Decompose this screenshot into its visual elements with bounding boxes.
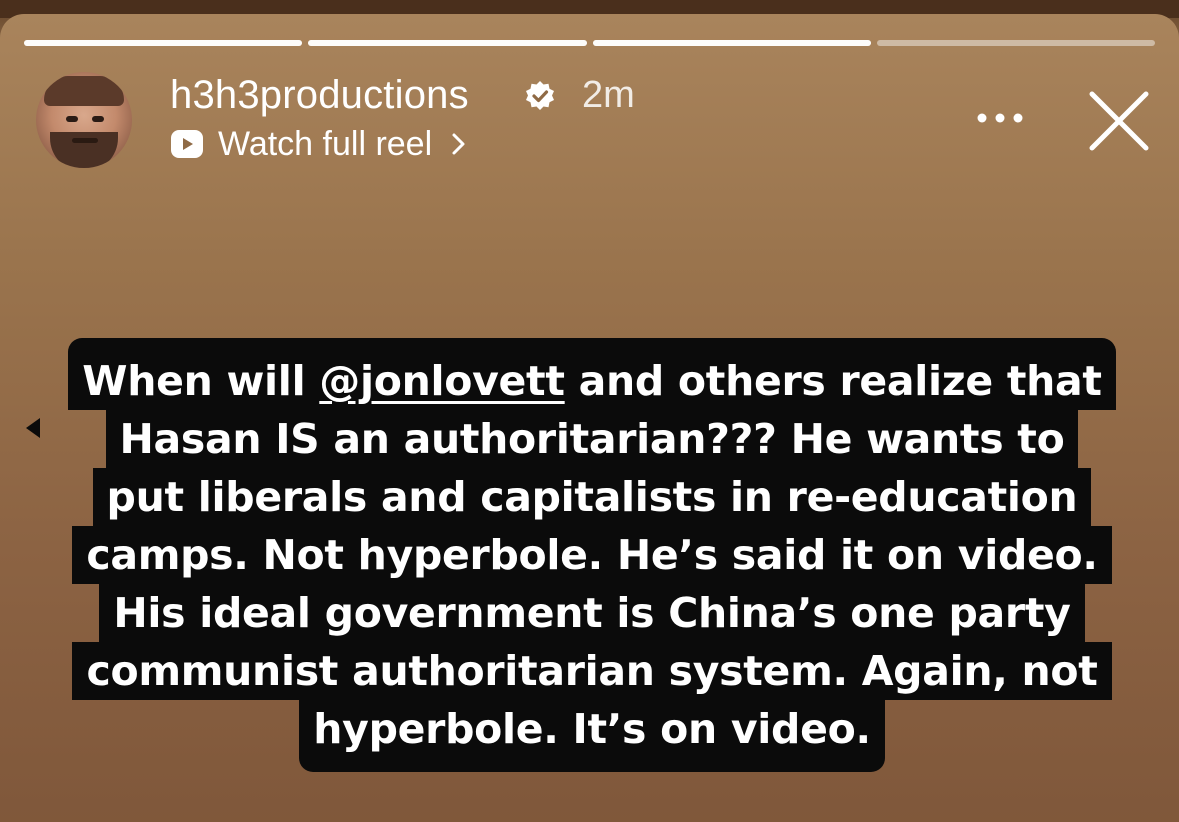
progress-segment-1 bbox=[24, 40, 303, 46]
caption-line: His ideal government is China’s one part… bbox=[99, 584, 1085, 642]
avatar[interactable] bbox=[36, 72, 132, 168]
play-icon bbox=[171, 130, 203, 158]
caption-line: communist authoritarian system. Again, n… bbox=[72, 642, 1112, 700]
username[interactable]: h3h3productions bbox=[170, 72, 469, 118]
story-viewer: h3h3productions 2m Watch full reel When … bbox=[0, 0, 1179, 822]
story-timestamp: 2m bbox=[582, 74, 635, 116]
close-icon[interactable] bbox=[1088, 90, 1150, 152]
story-caption: When will @jonlovett and others realize … bbox=[38, 338, 1146, 772]
chevron-right-icon bbox=[452, 133, 465, 155]
caption-line: When will @jonlovett and others realize … bbox=[68, 338, 1116, 410]
progress-fill bbox=[308, 40, 587, 46]
more-options-icon[interactable] bbox=[974, 108, 1026, 128]
progress-segment-3 bbox=[592, 40, 871, 46]
caption-line: Hasan IS an authoritarian??? He wants to bbox=[105, 410, 1079, 468]
avatar-mouth bbox=[72, 138, 98, 143]
caption-line: put liberals and capitalists in re-educa… bbox=[92, 468, 1092, 526]
verified-badge-icon bbox=[526, 81, 554, 110]
watch-full-reel-link[interactable]: Watch full reel bbox=[170, 122, 468, 166]
reel-link-label: Watch full reel bbox=[218, 124, 433, 163]
avatar-eye bbox=[92, 116, 104, 122]
avatar-eye bbox=[66, 116, 78, 122]
caption-line: camps. Not hyperbole. He’s said it on vi… bbox=[72, 526, 1112, 584]
caption-line: hyperbole. It’s on video. bbox=[299, 700, 885, 772]
caption-text: When will bbox=[82, 357, 320, 405]
caption-text: and others realize that bbox=[564, 357, 1102, 405]
progress-fill bbox=[592, 40, 871, 46]
progress-fill bbox=[24, 40, 303, 46]
progress-segment-4 bbox=[876, 40, 1155, 46]
progress-segment-2 bbox=[308, 40, 587, 46]
mention-link[interactable]: @jonlovett bbox=[319, 357, 565, 405]
avatar-hair bbox=[44, 76, 124, 106]
story-progress bbox=[24, 40, 1155, 46]
